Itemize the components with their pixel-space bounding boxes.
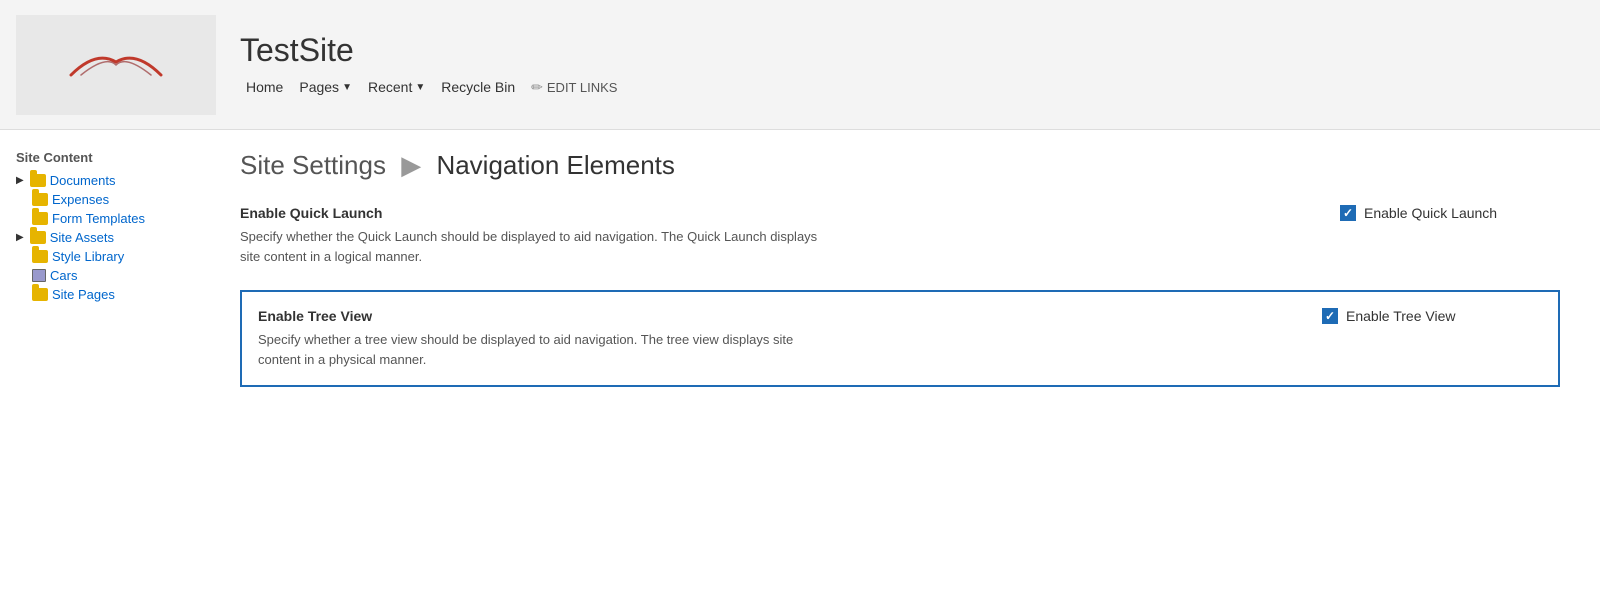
sidebar-link-site-assets[interactable]: Site Assets xyxy=(50,230,114,245)
sidebar-link-cars[interactable]: Cars xyxy=(50,268,77,283)
folder-icon-site-pages xyxy=(32,288,48,301)
sidebar-item-documents[interactable]: ▶ Documents xyxy=(16,173,184,188)
pencil-icon: ✏ xyxy=(531,79,543,96)
quick-launch-left: Enable Quick Launch Specify whether the … xyxy=(240,205,1340,266)
sidebar-link-site-pages[interactable]: Site Pages xyxy=(52,287,115,302)
image-icon-cars xyxy=(32,269,46,282)
site-logo xyxy=(51,40,181,90)
settings-panel: Site Settings ▶ Navigation Elements Enab… xyxy=(200,150,1600,427)
nav-recent[interactable]: Recent ▼ xyxy=(362,77,431,97)
top-bar: TestSite Home Pages ▼ Recent ▼ Recycle B… xyxy=(0,0,1600,130)
nav-edit-links[interactable]: ✏ EDIT LINKS xyxy=(525,77,623,98)
nav-recycle-bin[interactable]: Recycle Bin xyxy=(435,77,521,97)
folder-icon-form-templates xyxy=(32,212,48,225)
tree-view-section: Enable Tree View Specify whether a tree … xyxy=(240,290,1560,387)
heading-part1: Site Settings xyxy=(240,150,386,180)
sidebar-link-expenses[interactable]: Expenses xyxy=(52,192,109,207)
folder-icon-style-library xyxy=(32,250,48,263)
sidebar-item-cars[interactable]: Cars xyxy=(16,268,184,283)
pages-dropdown-arrow: ▼ xyxy=(342,82,352,93)
site-title-area: TestSite Home Pages ▼ Recent ▼ Recycle B… xyxy=(240,32,623,98)
quick-launch-right: Enable Quick Launch xyxy=(1340,205,1560,221)
sidebar-link-form-templates[interactable]: Form Templates xyxy=(52,211,145,226)
top-nav: Home Pages ▼ Recent ▼ Recycle Bin ✏ EDIT… xyxy=(240,77,623,98)
sidebar-link-style-library[interactable]: Style Library xyxy=(52,249,124,264)
recent-dropdown-arrow: ▼ xyxy=(415,82,425,93)
folder-icon-expenses xyxy=(32,193,48,206)
main-content: Site Content ▶ Documents Expenses Form T… xyxy=(0,130,1600,427)
tree-view-left: Enable Tree View Specify whether a tree … xyxy=(258,308,1322,369)
sidebar-item-style-library[interactable]: Style Library xyxy=(16,249,184,264)
expand-arrow-documents[interactable]: ▶ xyxy=(16,175,24,186)
quick-launch-checkbox[interactable] xyxy=(1340,205,1356,221)
sidebar: Site Content ▶ Documents Expenses Form T… xyxy=(0,150,200,427)
quick-launch-checkbox-label: Enable Quick Launch xyxy=(1364,205,1497,221)
quick-launch-section: Enable Quick Launch Specify whether the … xyxy=(240,205,1560,266)
tree-view-desc: Specify whether a tree view should be di… xyxy=(258,330,838,369)
tree-view-title: Enable Tree View xyxy=(258,308,1322,324)
sidebar-item-form-templates[interactable]: Form Templates xyxy=(16,211,184,226)
folder-icon-site-assets xyxy=(30,231,46,244)
expand-arrow-site-assets[interactable]: ▶ xyxy=(16,232,24,243)
nav-home[interactable]: Home xyxy=(240,77,289,97)
tree-view-right: Enable Tree View xyxy=(1322,308,1542,324)
page-heading: Site Settings ▶ Navigation Elements xyxy=(240,150,1560,181)
sidebar-item-site-pages[interactable]: Site Pages xyxy=(16,287,184,302)
heading-part2: Navigation Elements xyxy=(436,150,674,180)
tree-view-checkbox-label: Enable Tree View xyxy=(1346,308,1455,324)
tree-view-row: Enable Tree View Specify whether a tree … xyxy=(258,308,1542,369)
quick-launch-row: Enable Quick Launch Specify whether the … xyxy=(240,205,1560,266)
folder-icon-documents xyxy=(30,174,46,187)
quick-launch-desc: Specify whether the Quick Launch should … xyxy=(240,227,820,266)
logo-area xyxy=(16,15,216,115)
site-title: TestSite xyxy=(240,32,623,69)
sidebar-link-documents[interactable]: Documents xyxy=(50,173,116,188)
sidebar-item-site-assets[interactable]: ▶ Site Assets xyxy=(16,230,184,245)
sidebar-item-expenses[interactable]: Expenses xyxy=(16,192,184,207)
tree-view-checkbox[interactable] xyxy=(1322,308,1338,324)
nav-pages[interactable]: Pages ▼ xyxy=(293,77,358,97)
heading-separator: ▶ xyxy=(401,150,428,180)
quick-launch-title: Enable Quick Launch xyxy=(240,205,1340,221)
sidebar-section-title: Site Content xyxy=(16,150,184,165)
